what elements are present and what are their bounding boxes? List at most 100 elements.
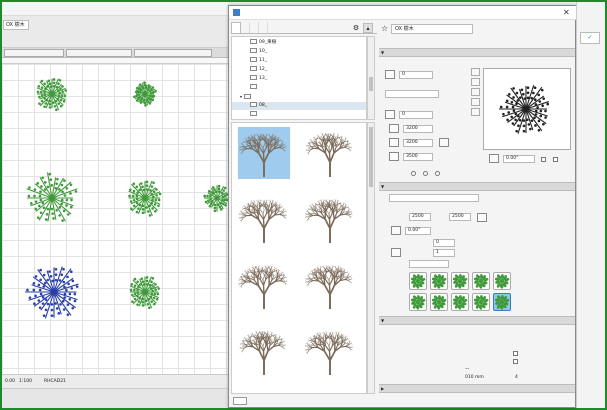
object-tile[interactable] bbox=[304, 127, 356, 189]
object-tile[interactable] bbox=[238, 325, 290, 387]
scroll-thumb[interactable] bbox=[369, 77, 373, 91]
tree-item[interactable] bbox=[232, 111, 366, 119]
preview-mode-icon[interactable] bbox=[471, 98, 480, 106]
tree-item[interactable]: 10_ bbox=[232, 48, 366, 56]
scroll-up-icon[interactable]: ▴ bbox=[363, 23, 373, 33]
section-custom-settings[interactable]: ▼ bbox=[379, 182, 575, 191]
tab-view-1[interactable] bbox=[4, 49, 64, 57]
shrub-symbol[interactable] bbox=[36, 78, 67, 112]
shrub-symbol[interactable] bbox=[128, 180, 162, 217]
tree-item[interactable]: 12_ bbox=[232, 66, 366, 74]
swatch-shrub-icon[interactable] bbox=[473, 274, 489, 289]
status-value[interactable]: 0.00 bbox=[5, 379, 15, 384]
symbol-swatch[interactable] bbox=[409, 293, 427, 311]
element-name-field[interactable]: OX 樹木 bbox=[391, 24, 473, 34]
offset-field[interactable]: 0 bbox=[399, 111, 433, 119]
swatch-shrub-icon[interactable] bbox=[494, 295, 510, 310]
link-chain-icon[interactable] bbox=[439, 138, 449, 147]
tab-view-3[interactable] bbox=[134, 49, 212, 57]
link-icon[interactable] bbox=[477, 213, 487, 222]
rotation-angle-field[interactable]: 0.00° bbox=[503, 155, 535, 163]
favorite-star-icon[interactable]: ☆ bbox=[381, 24, 388, 33]
option-checkbox[interactable] bbox=[513, 359, 518, 364]
section-plan-section[interactable]: ▼ bbox=[379, 316, 575, 325]
preview-shrub-symbol[interactable] bbox=[499, 85, 550, 134]
swatch-shrub-icon[interactable] bbox=[452, 295, 468, 310]
tab-favorites[interactable] bbox=[259, 22, 268, 33]
symbol-swatch[interactable] bbox=[493, 293, 511, 311]
plant-type-select[interactable] bbox=[409, 260, 449, 268]
pen-number[interactable]: 4 bbox=[515, 374, 518, 382]
layer-field[interactable]: OX 樹木 bbox=[3, 20, 29, 30]
tree-scrollbar[interactable] bbox=[367, 36, 375, 120]
gear-icon[interactable]: ⚙ bbox=[351, 23, 361, 33]
swatch-shrub-icon[interactable] bbox=[452, 274, 468, 289]
swatch-shrub-icon[interactable] bbox=[410, 274, 426, 289]
section-model[interactable]: ▶ bbox=[379, 384, 575, 393]
preview-mode-icon[interactable] bbox=[471, 78, 480, 86]
shrub-symbol[interactable] bbox=[133, 81, 157, 107]
elevation-field[interactable]: 0 bbox=[399, 71, 433, 79]
symbol-swatch[interactable] bbox=[493, 272, 511, 290]
size-field-a[interactable]: 2500 bbox=[409, 213, 431, 221]
symbol-swatch[interactable] bbox=[472, 272, 490, 290]
symbol-swatch[interactable] bbox=[451, 272, 469, 290]
tree-item[interactable]: 11_ bbox=[232, 57, 366, 65]
option-checkbox[interactable] bbox=[513, 351, 518, 356]
tree-item[interactable]: 13_ bbox=[232, 75, 366, 83]
height-field[interactable]: 3500 bbox=[403, 153, 433, 161]
symbol-swatch[interactable] bbox=[451, 293, 469, 311]
swatch-shrub-icon[interactable] bbox=[494, 274, 510, 289]
swatch-shrub-icon[interactable] bbox=[431, 295, 447, 310]
plan-canvas[interactable] bbox=[2, 64, 228, 374]
radio-button[interactable] bbox=[423, 171, 428, 176]
size-field-b[interactable]: 2500 bbox=[449, 213, 471, 221]
tree-item[interactable]: 08_ bbox=[232, 102, 366, 110]
preview-mode-icon[interactable] bbox=[471, 68, 480, 76]
count-field-a[interactable]: 0 bbox=[433, 239, 455, 247]
shrub-symbol[interactable] bbox=[129, 276, 160, 310]
shrub-symbol[interactable] bbox=[26, 172, 78, 222]
shrub-symbol[interactable] bbox=[203, 184, 228, 213]
object-tile[interactable] bbox=[304, 259, 356, 321]
tab-search[interactable] bbox=[241, 22, 250, 33]
depth-field[interactable]: 3200 bbox=[403, 139, 433, 147]
row-value[interactable]: — bbox=[465, 366, 470, 374]
scroll-thumb[interactable] bbox=[369, 127, 373, 187]
floor-select[interactable] bbox=[385, 90, 439, 98]
pen-thickness[interactable]: 010 mm bbox=[465, 374, 484, 382]
rotate-icon[interactable] bbox=[489, 154, 499, 163]
library-manager-icon[interactable] bbox=[233, 397, 247, 405]
close-icon[interactable]: ✕ bbox=[563, 8, 570, 17]
radio-button[interactable] bbox=[411, 171, 416, 176]
radio-button[interactable] bbox=[435, 171, 440, 176]
count-field-b[interactable]: 1 bbox=[433, 249, 455, 257]
option-checkbox[interactable] bbox=[553, 157, 558, 162]
object-tile[interactable] bbox=[304, 193, 356, 255]
preview-mode-icon[interactable] bbox=[471, 108, 480, 116]
angle-field[interactable]: 0.00° bbox=[405, 227, 431, 235]
symbol-swatch[interactable] bbox=[430, 293, 448, 311]
swatch-shrub-icon[interactable] bbox=[431, 274, 447, 289]
status-scale[interactable]: 1:100 bbox=[19, 379, 32, 384]
plan-preview[interactable] bbox=[483, 68, 571, 150]
section-preview-position[interactable]: ▼ bbox=[379, 48, 575, 57]
width-field[interactable]: 3200 bbox=[403, 125, 433, 133]
tab-view-2[interactable] bbox=[66, 49, 132, 57]
tree-item[interactable]: 09_果樹 bbox=[232, 39, 366, 47]
tab-folder[interactable] bbox=[231, 22, 241, 33]
symbol-swatch[interactable] bbox=[409, 272, 427, 290]
symbol-swatch[interactable] bbox=[430, 272, 448, 290]
swatch-shrub-icon[interactable] bbox=[410, 295, 426, 310]
custom-settings-select[interactable] bbox=[389, 194, 479, 202]
object-tile[interactable] bbox=[238, 259, 290, 321]
swatch-shrub-icon[interactable] bbox=[473, 295, 489, 310]
object-tile[interactable] bbox=[238, 127, 290, 189]
checkmark-icon[interactable]: ✓ bbox=[580, 32, 600, 44]
mirror-checkbox[interactable] bbox=[541, 157, 546, 162]
object-tile[interactable] bbox=[238, 193, 290, 255]
tab-history[interactable] bbox=[250, 22, 259, 33]
status-item[interactable]: RHCAD21 bbox=[44, 379, 66, 384]
symbol-swatch[interactable] bbox=[472, 293, 490, 311]
object-tile[interactable] bbox=[304, 325, 356, 387]
